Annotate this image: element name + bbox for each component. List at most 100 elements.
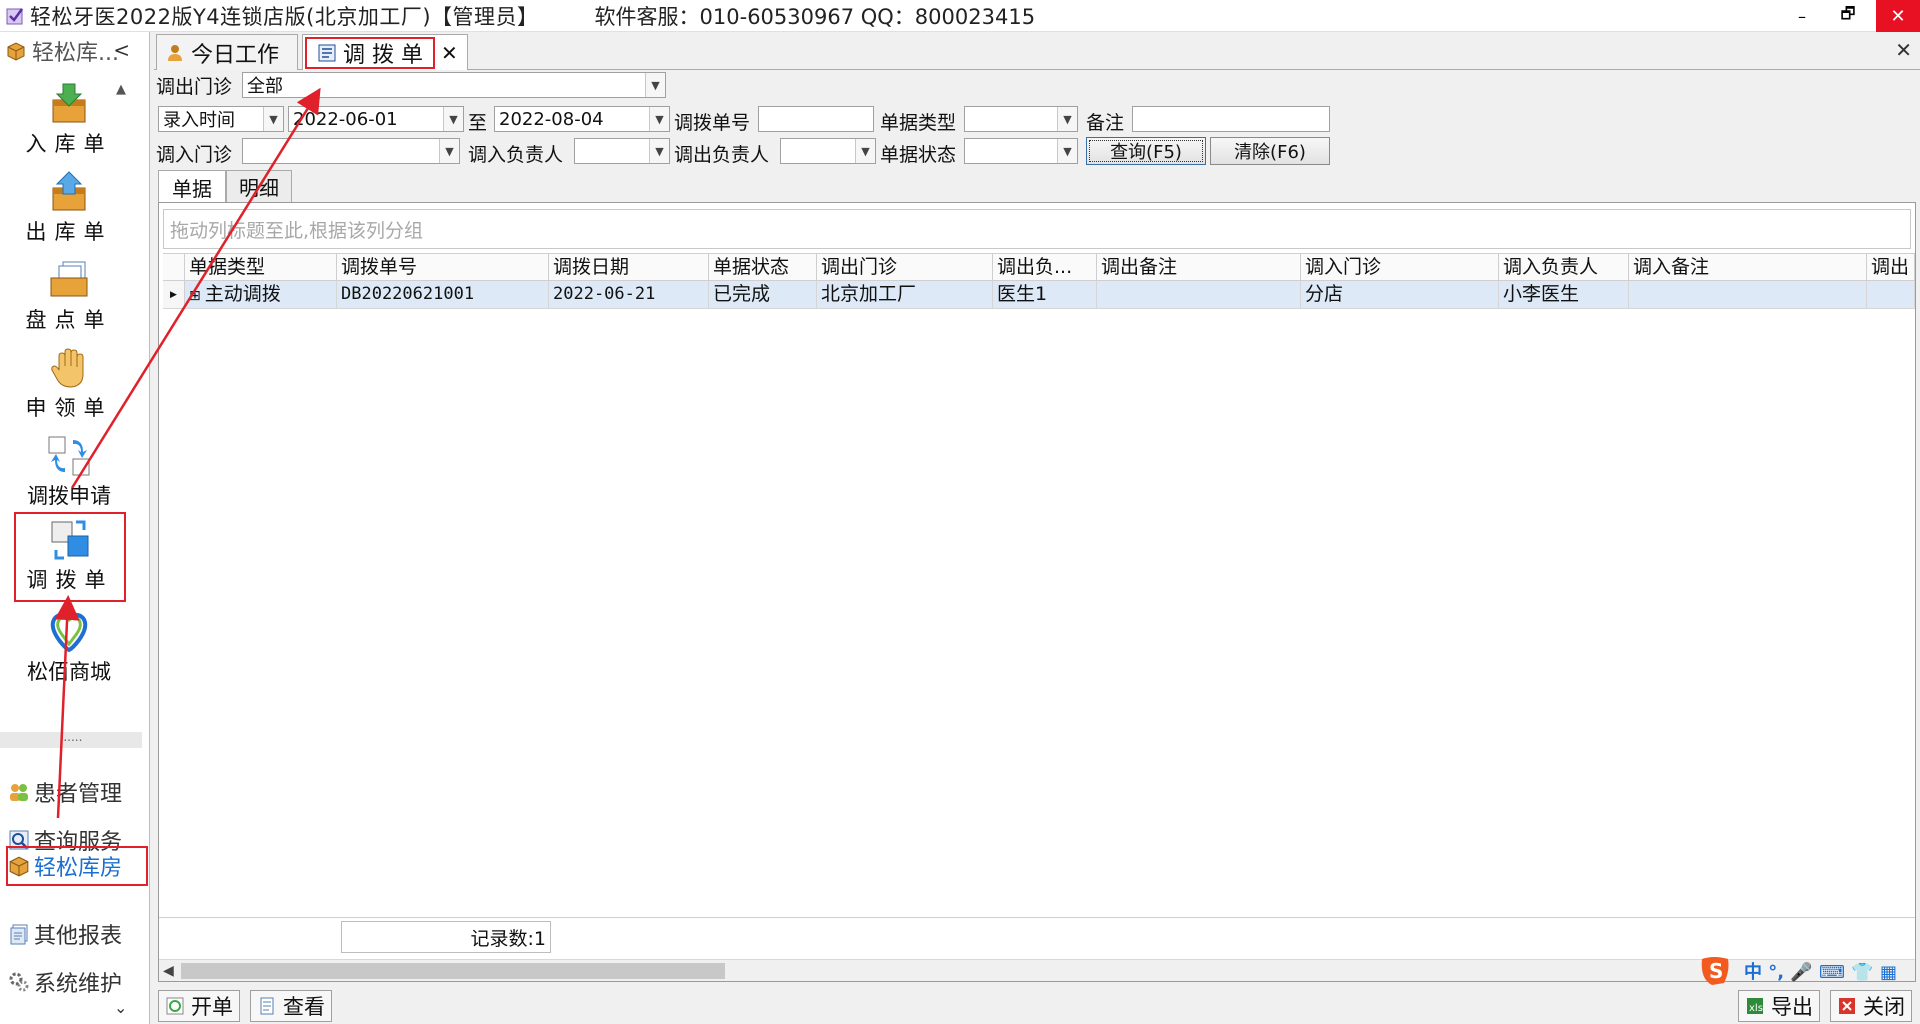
column-header[interactable]: 单据状态 [709,254,817,281]
bottom-toolbar: 开单 查看 xls 导出 关闭 [154,986,1920,1024]
scroll-left-icon[interactable]: ◀ [163,960,174,982]
chevron-down-icon[interactable]: ▼ [649,139,669,163]
nav-section-system[interactable]: 系统维护 [8,962,148,1002]
tab-documents[interactable]: 单据 [158,170,226,203]
nav-item-requisition[interactable]: 申领单 [14,342,124,428]
date-from-picker[interactable]: 2022-06-01 ▼ [288,106,464,132]
transfer-no-input[interactable] [758,106,874,132]
in-clinic-label: 调入门诊 [156,144,233,166]
row-pointer-icon: ▶ [163,281,185,308]
column-header[interactable]: 调出备注 [1097,254,1301,281]
people-icon [8,781,30,803]
nav-section-reports[interactable]: 其他报表 [8,914,148,954]
inventory-icon [47,258,91,302]
chevron-down-icon[interactable]: ▼ [855,139,875,163]
time-type-select[interactable]: 录入时间 ▼ [158,106,284,132]
in-person-select[interactable]: ▼ [574,138,670,164]
support-info: 软件客服：010-60530967 QQ：800023415 [594,4,1036,29]
doc-type-select[interactable]: ▼ [964,106,1078,132]
nav-item-stock-out[interactable]: 出库单 [14,166,124,252]
report-icon [8,923,30,945]
close-button[interactable]: 关闭 [1830,990,1912,1022]
column-header[interactable]: 调拨单号 [337,254,549,281]
scrollbar-thumb[interactable] [181,963,725,979]
in-person-label: 调入负责人 [468,144,564,166]
nav-item-transfer-order[interactable]: 调拨单 [14,512,126,602]
nav-section-label: 患者管理 [34,782,123,807]
chevron-down-icon[interactable]: ▼ [1057,139,1077,163]
table-row[interactable]: ▶ ⊞ 主动调拨 DB20220621001 2022-06-21 已完成 北京加… [163,281,1915,309]
date-to-picker[interactable]: 2022-08-04 ▼ [494,106,670,132]
view-button[interactable]: 查看 [250,990,332,1022]
doc-status-select[interactable]: ▼ [964,138,1078,164]
column-header[interactable]: 调拨日期 [549,254,709,281]
column-header[interactable]: 单据类型 [185,254,337,281]
chevron-down-icon[interactable]: ▼ [439,139,459,163]
tab-close-button[interactable]: ✕ [441,41,458,65]
out-clinic-label: 调出门诊 [156,76,233,98]
column-header[interactable]: 调出负... [993,254,1097,281]
remark-input[interactable] [1132,106,1330,132]
nav-section-warehouse[interactable]: 轻松库房 [6,846,148,886]
scroll-down-icon[interactable]: ⌄ [114,998,127,1017]
ime-mode-indicators[interactable]: 中 °, 🎤 ⌨ 👕 ▦ [1744,958,1897,984]
nav-item-stock-in[interactable]: 入库单 [14,78,124,164]
column-header[interactable]: 调入备注 [1629,254,1867,281]
nav-item-inventory[interactable]: 盘点单 [14,254,124,340]
collapse-nav-button[interactable]: < [113,38,130,62]
close-all-tabs-button[interactable]: ✕ [1895,38,1912,62]
nav-item-label: 出库单 [25,220,113,244]
out-clinic-select[interactable]: 全部 ▼ [242,72,666,98]
horizontal-scrollbar[interactable]: ◀ [159,959,1915,981]
nav-item-mall[interactable]: 松佰商城 [14,606,124,692]
nav-item-transfer-request[interactable]: 调拨申请 [14,430,124,516]
stock-out-icon [47,170,91,214]
column-header[interactable]: 调出 [1867,254,1915,281]
tab-highlight: 调 拨 单 [305,36,435,69]
chevron-down-icon[interactable]: ▼ [645,73,665,97]
chevron-down-icon[interactable]: ▼ [263,107,283,131]
group-by-area[interactable]: 拖动列标题至此,根据该列分组 [163,209,1911,249]
out-person-select[interactable]: ▼ [780,138,876,164]
nav-item-label: 盘点单 [25,308,113,332]
hand-icon [47,346,91,390]
export-button[interactable]: xls 导出 [1738,990,1820,1022]
column-header[interactable]: 调出门诊 [817,254,993,281]
tab-today-work[interactable]: 今日工作 [156,34,298,70]
ime-toolbar: S 中 °, 🎤 ⌨ 👕 ▦ [1698,954,1920,988]
in-clinic-select[interactable]: ▼ [242,138,460,164]
out-person-label: 调出负责人 [674,144,770,166]
chevron-down-icon[interactable]: ▼ [1057,107,1077,131]
nav-header: 轻松库... < [0,32,150,70]
transfer-request-icon [47,434,91,478]
expand-icon[interactable]: ⊞ [189,288,201,304]
date-to-label: 至 [468,112,488,134]
new-order-button[interactable]: 开单 [158,990,240,1022]
column-header[interactable]: 调入负责人 [1499,254,1629,281]
row-indicator-header [163,254,185,281]
tab-transfer-order[interactable]: 调 拨 单 ✕ [302,34,468,70]
nav-section-patients[interactable]: 患者管理 [8,772,148,812]
tab-details[interactable]: 明细 [226,170,292,202]
left-navigation: 轻松库... < ▲ 入库单 出库单 盘点单 申领单 调拨申请 调拨单 松佰商城… [0,32,150,1024]
window-title: 轻松牙医2022版Y4连锁店版(北京加工厂)【管理员】 [30,4,539,29]
clear-button[interactable]: 清除(F6) [1210,137,1330,165]
column-header[interactable]: 调入门诊 [1301,254,1499,281]
refresh-icon [165,996,185,1016]
chevron-down-icon[interactable]: ▼ [443,107,463,131]
nav-splitter[interactable]: ...... [0,731,142,748]
sogou-logo-icon[interactable]: S [1698,955,1734,987]
restore-button[interactable]: 🗗 [1828,0,1868,32]
person-icon [165,43,185,63]
close-icon [1837,996,1857,1016]
query-button[interactable]: 查询(F5) [1086,137,1206,165]
chevron-down-icon[interactable]: ▼ [649,107,669,131]
window-close-button[interactable]: ✕ [1876,0,1920,32]
grid-header: 单据类型 调拨单号 调拨日期 单据状态 调出门诊 调出负... 调出备注 调入门… [163,253,1915,281]
minimize-button[interactable]: – [1782,0,1822,32]
tab-label: 今日工作 [191,42,280,68]
doc-status-label: 单据状态 [880,144,957,166]
data-grid-panel: 拖动列标题至此,根据该列分组 单据类型 调拨单号 调拨日期 单据状态 调出门诊 … [158,202,1916,982]
doc-type-label: 单据类型 [880,112,957,134]
svg-text:xls: xls [1749,1003,1763,1014]
